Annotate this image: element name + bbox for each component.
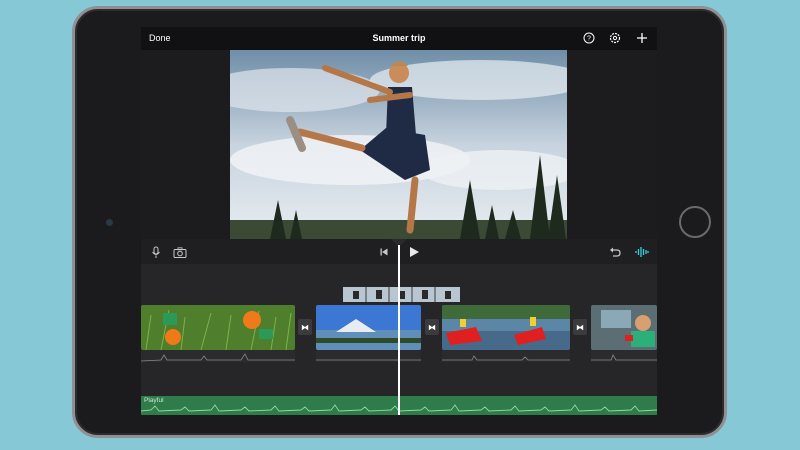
- project-title: Summer trip: [372, 33, 426, 43]
- add-icon[interactable]: [635, 31, 648, 44]
- clip-mountain-lake[interactable]: [316, 305, 421, 350]
- help-icon[interactable]: ?: [582, 31, 595, 44]
- top-bar: Done Summer trip ?: [141, 27, 657, 50]
- cutaway-clip[interactable]: [343, 287, 460, 302]
- clip-grass-ball[interactable]: [141, 305, 295, 350]
- front-camera: [106, 219, 113, 226]
- clip-audio-waveform: [316, 350, 421, 362]
- clip-audio-waveform: [591, 350, 657, 362]
- playhead[interactable]: [398, 245, 400, 415]
- video-preview[interactable]: [230, 50, 567, 239]
- transition-button[interactable]: ⧓: [425, 319, 439, 335]
- settings-icon[interactable]: [608, 31, 621, 44]
- transition-button[interactable]: ⧓: [573, 319, 587, 335]
- imovie-screen: Done Summer trip ? ⧓ ⧓ ⧓ Playful: [141, 27, 657, 415]
- video-viewer: [141, 50, 657, 239]
- clip-audio-waveform: [141, 350, 295, 362]
- camera-icon[interactable]: [173, 245, 187, 259]
- play-icon[interactable]: [407, 245, 421, 259]
- clip-audio-waveform: [442, 350, 570, 362]
- svg-text:?: ?: [587, 35, 591, 42]
- audio-waveform-icon[interactable]: [635, 245, 649, 259]
- clip-kid-in-car[interactable]: [591, 305, 657, 350]
- skip-back-icon[interactable]: [377, 245, 391, 259]
- home-button[interactable]: [679, 206, 711, 238]
- microphone-icon[interactable]: [149, 245, 163, 259]
- clip-red-kayaks[interactable]: [442, 305, 570, 350]
- undo-icon[interactable]: [608, 245, 622, 259]
- transition-button[interactable]: ⧓: [298, 319, 312, 335]
